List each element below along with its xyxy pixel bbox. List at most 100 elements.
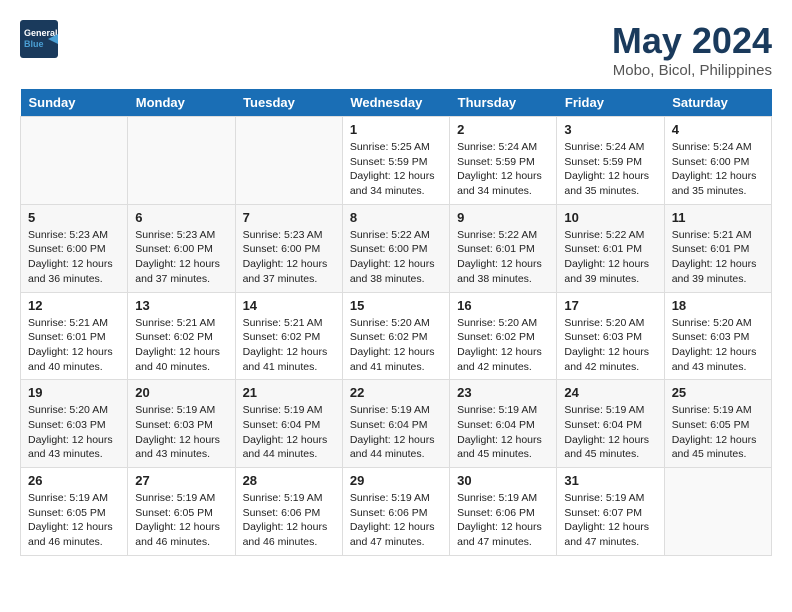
calendar-cell: 30 Sunrise: 5:19 AM Sunset: 6:06 PM Dayli… [450,468,557,556]
day-number: 5 [28,210,120,225]
day-info: Sunrise: 5:19 AM Sunset: 6:06 PM Dayligh… [243,492,328,548]
day-header-friday: Friday [557,89,664,117]
day-number: 22 [350,385,442,400]
calendar-cell: 1 Sunrise: 5:25 AM Sunset: 5:59 PM Daylig… [342,117,449,205]
calendar-cell [235,117,342,205]
day-info: Sunrise: 5:20 AM Sunset: 6:02 PM Dayligh… [350,317,435,373]
calendar-cell: 12 Sunrise: 5:21 AM Sunset: 6:01 PM Dayli… [21,292,128,380]
day-number: 1 [350,122,442,137]
day-number: 11 [672,210,764,225]
day-number: 9 [457,210,549,225]
day-number: 25 [672,385,764,400]
day-info: Sunrise: 5:21 AM Sunset: 6:01 PM Dayligh… [672,229,757,285]
day-info: Sunrise: 5:21 AM Sunset: 6:02 PM Dayligh… [135,317,220,373]
calendar-week-4: 19Sunrise: 5:20 AM Sunset: 6:03 PM Dayli… [21,380,772,468]
day-number: 24 [564,385,656,400]
day-info: Sunrise: 5:22 AM Sunset: 6:00 PM Dayligh… [350,229,435,285]
calendar-cell: 15 Sunrise: 5:20 AM Sunset: 6:02 PM Dayli… [342,292,449,380]
calendar-cell: 20 Sunrise: 5:19 AM Sunset: 6:03 PM Dayli… [128,380,235,468]
day-info: Sunrise: 5:19 AM Sunset: 6:07 PM Dayligh… [564,492,649,548]
calendar-week-3: 12 Sunrise: 5:21 AM Sunset: 6:01 PM Dayli… [21,292,772,380]
day-number: 14 [243,298,335,313]
calendar-cell: 13 Sunrise: 5:21 AM Sunset: 6:02 PM Dayli… [128,292,235,380]
day-info: Sunrise: 5:23 AM Sunset: 6:00 PM Dayligh… [28,229,113,285]
calendar-cell [128,117,235,205]
day-number: 23 [457,385,549,400]
day-number: 30 [457,473,549,488]
calendar-cell: 28 Sunrise: 5:19 AM Sunset: 6:06 PM Dayli… [235,468,342,556]
calendar-cell: 19Sunrise: 5:20 AM Sunset: 6:03 PM Dayli… [21,380,128,468]
calendar-cell: 9Sunrise: 5:22 AM Sunset: 6:01 PM Daylig… [450,204,557,292]
calendar-cell: 2Sunrise: 5:24 AM Sunset: 5:59 PM Daylig… [450,117,557,205]
day-info: Sunrise: 5:19 AM Sunset: 6:06 PM Dayligh… [457,492,542,548]
day-number: 17 [564,298,656,313]
calendar-cell [21,117,128,205]
calendar-cell: 6 Sunrise: 5:23 AM Sunset: 6:00 PM Daylig… [128,204,235,292]
day-info: Sunrise: 5:20 AM Sunset: 6:02 PM Dayligh… [457,317,542,373]
day-number: 13 [135,298,227,313]
day-info: Sunrise: 5:19 AM Sunset: 6:05 PM Dayligh… [672,404,757,460]
calendar-cell: 10 Sunrise: 5:22 AM Sunset: 6:01 PM Dayli… [557,204,664,292]
day-number: 6 [135,210,227,225]
day-info: Sunrise: 5:19 AM Sunset: 6:04 PM Dayligh… [243,404,328,460]
day-info: Sunrise: 5:19 AM Sunset: 6:04 PM Dayligh… [350,404,435,460]
page-header: General Blue May 2024 Mobo, Bicol, Phili… [20,20,772,79]
calendar-week-2: 5 Sunrise: 5:23 AM Sunset: 6:00 PM Daylig… [21,204,772,292]
month-title: May 2024 [612,20,772,62]
calendar-table: SundayMondayTuesdayWednesdayThursdayFrid… [20,89,772,556]
day-header-monday: Monday [128,89,235,117]
day-number: 2 [457,122,549,137]
calendar-cell: 18 Sunrise: 5:20 AM Sunset: 6:03 PM Dayli… [664,292,771,380]
day-number: 3 [564,122,656,137]
logo-icon: General Blue [20,20,58,58]
day-info: Sunrise: 5:19 AM Sunset: 6:04 PM Dayligh… [457,404,542,460]
calendar-cell: 21 Sunrise: 5:19 AM Sunset: 6:04 PM Dayli… [235,380,342,468]
day-number: 10 [564,210,656,225]
day-info: Sunrise: 5:20 AM Sunset: 6:03 PM Dayligh… [672,317,757,373]
day-info: Sunrise: 5:19 AM Sunset: 6:03 PM Dayligh… [135,404,220,460]
day-header-thursday: Thursday [450,89,557,117]
day-number: 27 [135,473,227,488]
day-number: 12 [28,298,120,313]
day-info: Sunrise: 5:20 AM Sunset: 6:03 PM Dayligh… [28,404,113,460]
calendar-cell: 29Sunrise: 5:19 AM Sunset: 6:06 PM Dayli… [342,468,449,556]
day-info: Sunrise: 5:21 AM Sunset: 6:01 PM Dayligh… [28,317,113,373]
calendar-cell: 11 Sunrise: 5:21 AM Sunset: 6:01 PM Dayli… [664,204,771,292]
day-info: Sunrise: 5:23 AM Sunset: 6:00 PM Dayligh… [243,229,328,285]
day-info: Sunrise: 5:23 AM Sunset: 6:00 PM Dayligh… [135,229,220,285]
logo: General Blue [20,20,58,58]
calendar-cell: 25 Sunrise: 5:19 AM Sunset: 6:05 PM Dayli… [664,380,771,468]
day-info: Sunrise: 5:24 AM Sunset: 6:00 PM Dayligh… [672,141,757,197]
day-number: 20 [135,385,227,400]
day-number: 15 [350,298,442,313]
day-number: 16 [457,298,549,313]
calendar-cell: 17 Sunrise: 5:20 AM Sunset: 6:03 PM Dayli… [557,292,664,380]
calendar-week-1: 1 Sunrise: 5:25 AM Sunset: 5:59 PM Daylig… [21,117,772,205]
day-info: Sunrise: 5:19 AM Sunset: 6:05 PM Dayligh… [28,492,113,548]
day-header-sunday: Sunday [21,89,128,117]
day-number: 28 [243,473,335,488]
calendar-cell: 31 Sunrise: 5:19 AM Sunset: 6:07 PM Dayli… [557,468,664,556]
calendar-cell: 26Sunrise: 5:19 AM Sunset: 6:05 PM Dayli… [21,468,128,556]
calendar-cell: 7Sunrise: 5:23 AM Sunset: 6:00 PM Daylig… [235,204,342,292]
day-info: Sunrise: 5:22 AM Sunset: 6:01 PM Dayligh… [564,229,649,285]
calendar-cell: 22 Sunrise: 5:19 AM Sunset: 6:04 PM Dayli… [342,380,449,468]
calendar-cell: 24Sunrise: 5:19 AM Sunset: 6:04 PM Dayli… [557,380,664,468]
calendar-week-5: 26Sunrise: 5:19 AM Sunset: 6:05 PM Dayli… [21,468,772,556]
calendar-cell: 5 Sunrise: 5:23 AM Sunset: 6:00 PM Daylig… [21,204,128,292]
title-area: May 2024 Mobo, Bicol, Philippines [612,20,772,79]
day-info: Sunrise: 5:21 AM Sunset: 6:02 PM Dayligh… [243,317,328,373]
day-number: 21 [243,385,335,400]
calendar-cell: 16 Sunrise: 5:20 AM Sunset: 6:02 PM Dayli… [450,292,557,380]
day-info: Sunrise: 5:25 AM Sunset: 5:59 PM Dayligh… [350,141,435,197]
day-number: 8 [350,210,442,225]
calendar-cell: 14 Sunrise: 5:21 AM Sunset: 6:02 PM Dayli… [235,292,342,380]
day-info: Sunrise: 5:24 AM Sunset: 5:59 PM Dayligh… [564,141,649,197]
day-info: Sunrise: 5:19 AM Sunset: 6:06 PM Dayligh… [350,492,435,548]
day-header-wednesday: Wednesday [342,89,449,117]
day-number: 31 [564,473,656,488]
calendar-cell: 4Sunrise: 5:24 AM Sunset: 6:00 PM Daylig… [664,117,771,205]
day-number: 18 [672,298,764,313]
day-info: Sunrise: 5:20 AM Sunset: 6:03 PM Dayligh… [564,317,649,373]
calendar-cell: 8 Sunrise: 5:22 AM Sunset: 6:00 PM Daylig… [342,204,449,292]
